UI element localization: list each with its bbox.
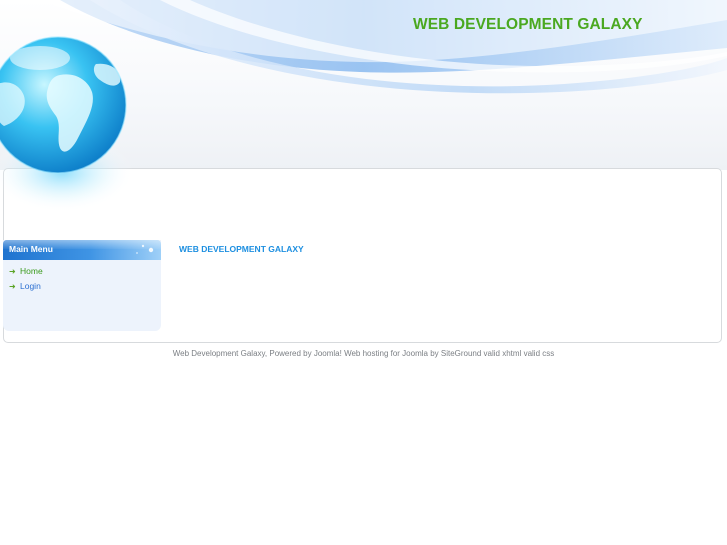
main-menu-header: Main Menu (3, 240, 161, 260)
sparkle-icon (136, 244, 154, 254)
menu-item-login[interactable]: ➜ Login (3, 280, 161, 295)
arrow-right-icon: ➜ (9, 267, 16, 276)
main-menu-module: Main Menu ➜ Home ➜ Login (3, 240, 161, 331)
menu-items: ➜ Home ➜ Login (3, 265, 161, 295)
main-menu-title: Main Menu (9, 244, 53, 254)
footer-text: Web Development Galaxy, Powered by Jooml… (172, 349, 555, 358)
menu-item-label: Login (20, 281, 41, 291)
menu-item-label: Home (20, 266, 43, 276)
content-heading: WEB DEVELOPMENT GALAXY (179, 244, 304, 254)
arrow-right-icon: ➜ (9, 282, 16, 291)
globe-icon (0, 36, 134, 212)
globe-graphic (0, 30, 150, 230)
site-title: WEB DEVELOPMENT GALAXY (413, 16, 643, 33)
menu-item-home[interactable]: ➜ Home (3, 265, 161, 280)
